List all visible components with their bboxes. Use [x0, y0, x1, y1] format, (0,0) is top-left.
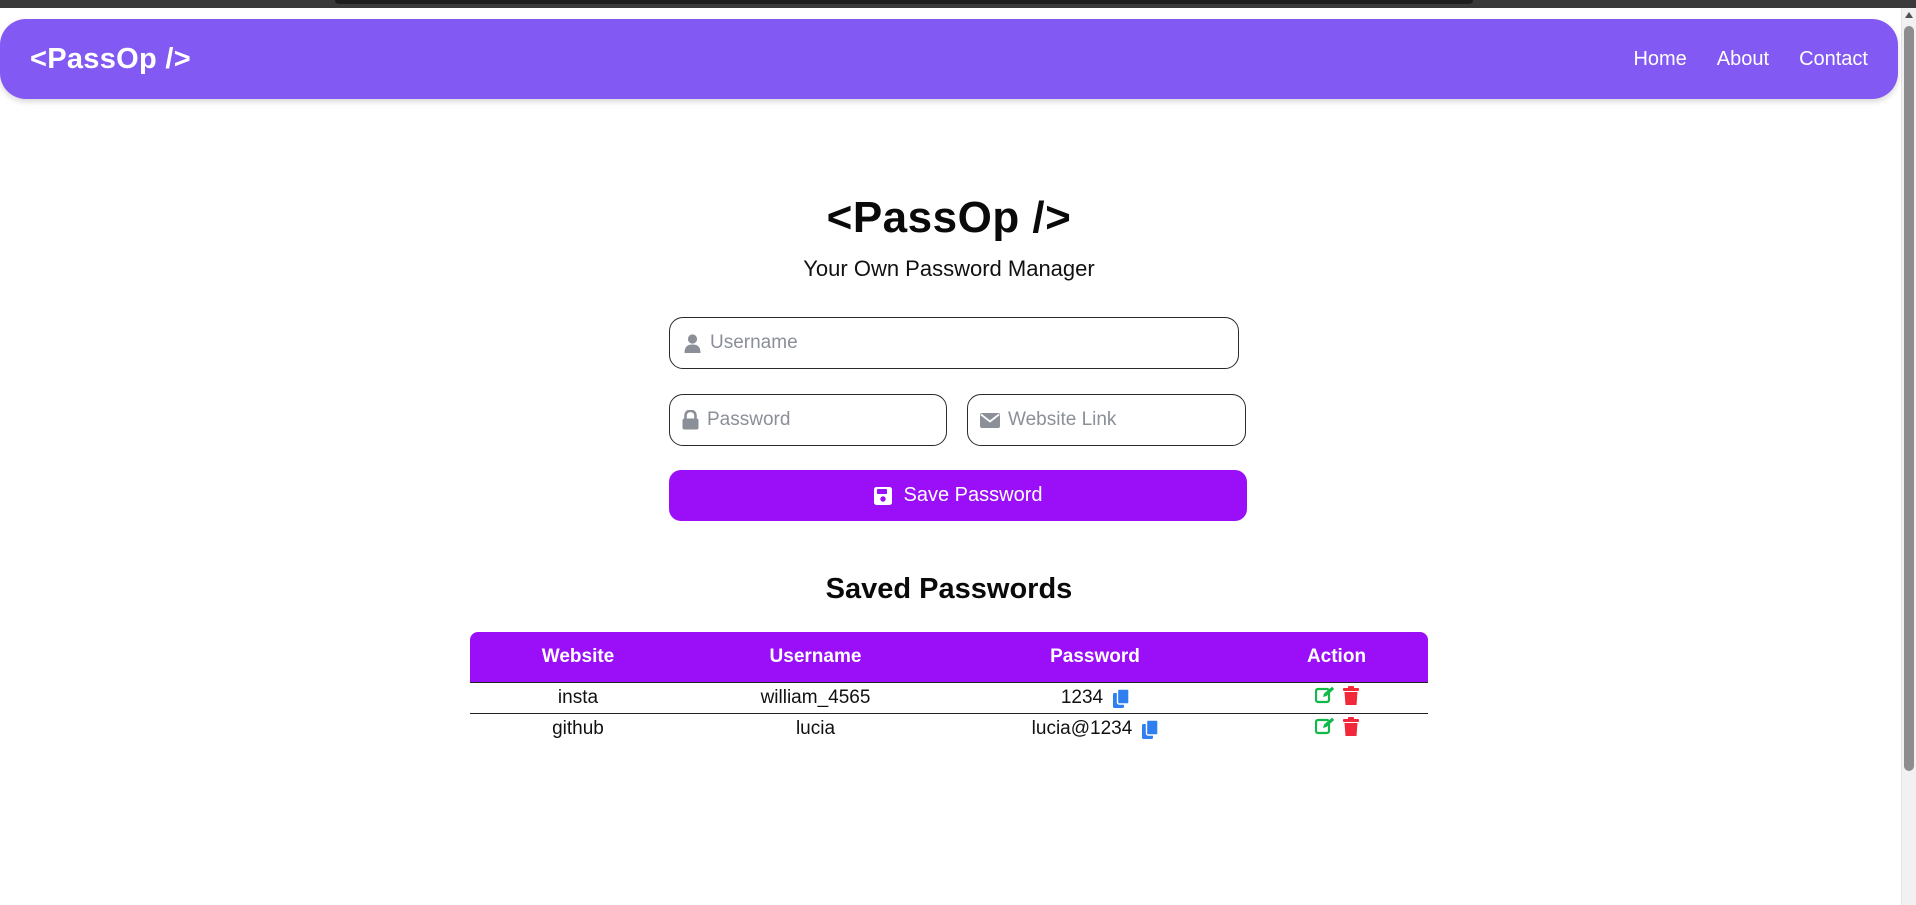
password-field[interactable]: [669, 394, 952, 446]
edit-icon[interactable]: [1314, 717, 1335, 735]
password-input[interactable]: [707, 409, 952, 431]
action-cell: [1245, 682, 1428, 714]
scroll-up-arrow-icon[interactable]: [1905, 12, 1913, 18]
website-field[interactable]: [967, 394, 1253, 446]
table-header: Website Username Password Action: [470, 632, 1428, 683]
username-cell: lucia: [686, 713, 945, 744]
passwords-table: Website Username Password Action insta w…: [470, 632, 1428, 744]
browser-tab-edge: [335, 0, 1473, 4]
page-title: <PassOp />: [826, 193, 1072, 242]
table-row: github lucia lucia@1234: [470, 713, 1428, 744]
username-input[interactable]: [710, 332, 1238, 354]
table-row: insta william_4565 1234: [470, 682, 1428, 714]
browser-top-strip: [0, 0, 1916, 8]
saved-passwords-heading: Saved Passwords: [825, 573, 1073, 605]
password-value: 1234: [1060, 687, 1104, 708]
username-cell: william_4565: [686, 682, 945, 714]
trash-icon[interactable]: [1342, 716, 1359, 736]
password-cell: 1234: [945, 682, 1245, 714]
password-value: lucia@1234: [1031, 718, 1133, 739]
nav-link-contact[interactable]: Contact: [1799, 48, 1868, 71]
column-header-action: Action: [1245, 632, 1428, 683]
user-icon: [682, 333, 702, 353]
username-field[interactable]: [669, 317, 1239, 369]
scrollbar-thumb[interactable]: [1904, 26, 1914, 771]
nav-link-about[interactable]: About: [1717, 48, 1769, 71]
website-cell: github: [470, 713, 686, 744]
lock-icon: [682, 410, 699, 430]
column-header-username: Username: [686, 632, 945, 683]
navbar-logo[interactable]: <PassOp />: [30, 43, 191, 76]
copy-icon[interactable]: [1113, 688, 1130, 708]
action-cell: [1245, 713, 1428, 744]
floppy-disk-icon: [873, 486, 892, 505]
nav-link-home[interactable]: Home: [1633, 48, 1686, 71]
edit-icon[interactable]: [1314, 686, 1335, 704]
page-scrollbar[interactable]: [1901, 8, 1916, 905]
password-cell: lucia@1234: [945, 713, 1245, 744]
column-header-website: Website: [470, 632, 686, 683]
nav-links: Home About Contact: [1633, 48, 1868, 71]
page-subtitle: Your Own Password Manager: [803, 256, 1095, 281]
column-header-password: Password: [945, 632, 1245, 683]
envelope-icon: [980, 410, 1000, 430]
navbar: <PassOp /> Home About Contact: [0, 19, 1898, 99]
website-cell: insta: [470, 682, 686, 714]
save-password-label: Save Password: [903, 484, 1043, 506]
trash-icon[interactable]: [1342, 685, 1359, 705]
copy-icon[interactable]: [1142, 719, 1159, 739]
website-input[interactable]: [1008, 409, 1253, 431]
save-password-button[interactable]: Save Password: [669, 470, 1247, 521]
